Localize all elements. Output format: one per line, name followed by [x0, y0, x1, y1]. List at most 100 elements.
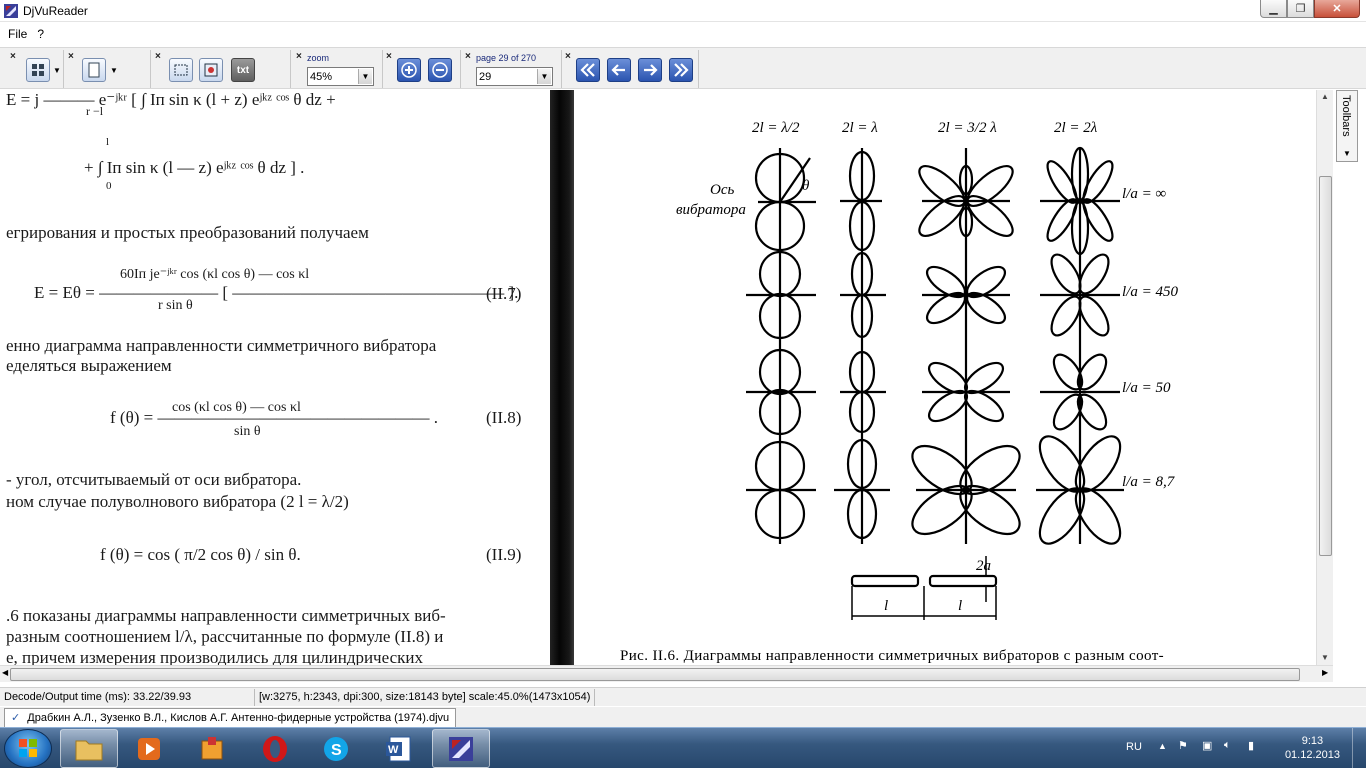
taskbar-word[interactable]: W: [370, 729, 428, 768]
language-indicator[interactable]: RU: [1126, 741, 1142, 753]
formula-line: + ∫ Iп sin κ (l — z) eʲᵏᶻ ᶜᵒˢ θ dz ] .: [84, 158, 305, 177]
start-button[interactable]: [4, 729, 52, 768]
layout-dropdown-icon[interactable]: ▼: [53, 66, 61, 75]
equation-number: (II.8): [486, 408, 522, 427]
page-select[interactable]: 29 ▼: [476, 67, 553, 86]
vertical-scroll-thumb[interactable]: [1319, 176, 1332, 556]
device-icon[interactable]: ▣: [1202, 739, 1212, 752]
formula-limit: 0: [106, 180, 112, 192]
column-header: 2l = λ/2: [752, 120, 800, 136]
toolbar-close-icon[interactable]: ×: [155, 51, 163, 62]
volume-icon[interactable]: 🔈︎: [1224, 739, 1231, 752]
first-page-button[interactable]: [576, 58, 600, 82]
folder-icon: [75, 740, 103, 760]
scroll-left-icon[interactable]: ◀: [2, 668, 8, 677]
network-icon[interactable]: ▮: [1248, 739, 1254, 752]
select-region-icon: [174, 64, 188, 76]
maximize-button[interactable]: ❐: [1287, 0, 1314, 18]
menu-bar: File ?: [0, 24, 1366, 44]
taskbar-explorer[interactable]: [60, 729, 118, 768]
scroll-down-icon[interactable]: ▼: [1321, 653, 1329, 662]
zoom-in-button[interactable]: [397, 58, 421, 82]
show-desktop-button[interactable]: [1352, 728, 1366, 769]
previous-page-button[interactable]: [607, 58, 631, 82]
clock[interactable]: 9:13 01.12.2013: [1285, 734, 1340, 762]
formula-subscript: r −l: [86, 104, 104, 118]
page-count-label: page 29 of 270: [476, 53, 537, 63]
text-line: егрирования и простых преобразований пол…: [6, 223, 369, 242]
page-mode-dropdown-icon[interactable]: ▼: [110, 66, 118, 75]
zoom-out-button[interactable]: [428, 58, 452, 82]
tray-expand-icon[interactable]: ▲: [1158, 741, 1167, 751]
formula-limit: l: [106, 136, 110, 148]
zoom-label: zoom: [307, 53, 330, 63]
layout-button[interactable]: [26, 58, 50, 82]
clock-time: 9:13: [1301, 735, 1324, 747]
word-icon: W: [386, 736, 411, 761]
dimension-label: l: [884, 598, 888, 614]
zoom-out-icon: [432, 62, 448, 78]
svg-text:S: S: [331, 742, 342, 759]
text-line: разным соотношением l/λ, рассчитанные по…: [6, 627, 444, 646]
flag-icon[interactable]: ⚑: [1178, 739, 1188, 752]
horizontal-scroll-thumb[interactable]: [10, 668, 1300, 681]
djvureader-icon: [449, 736, 473, 761]
zoom-in-icon: [401, 62, 417, 78]
column-header: 2l = 2λ: [1054, 120, 1098, 136]
toolbar-close-icon[interactable]: ×: [465, 51, 473, 62]
page-mode-button[interactable]: [82, 58, 106, 82]
theta-label: θ: [802, 178, 810, 194]
document-tab[interactable]: ✓ Драбкин А.Л., Зузенко В.Л., Кислов А.Г…: [4, 708, 457, 727]
dimension-label: l: [958, 598, 962, 614]
last-page-button[interactable]: [669, 58, 693, 82]
toolbars-panel-tab[interactable]: Toolbars ▼: [1336, 90, 1358, 162]
formula-denominator: r sin θ: [158, 298, 193, 313]
decode-time: Decode/Output time (ms): 33.22/39.93: [0, 688, 255, 706]
minimize-button[interactable]: ▁: [1260, 0, 1287, 18]
page-info: [w:3275, h:2343, dpi:300, size:18143 byt…: [255, 688, 596, 706]
zoom-value: 45%: [310, 70, 333, 83]
text-mode-label: txt: [236, 64, 250, 76]
equation-number: (II.7): [486, 284, 522, 303]
zoom-select[interactable]: 45% ▼: [307, 67, 374, 86]
close-icon: ✕: [1332, 3, 1342, 15]
chevron-down-icon: ▼: [1343, 149, 1351, 158]
toolbar-close-icon[interactable]: ×: [565, 51, 573, 62]
toolbar-close-icon[interactable]: ×: [296, 51, 304, 62]
toolbars-label: Toolbars: [1340, 95, 1352, 137]
minimize-icon: ▁: [1269, 3, 1278, 15]
left-page: E = j ——— e⁻ʲᵏʳ [ ∫ Iп sin κ (l + z) eʲᵏ…: [0, 90, 548, 665]
menu-help[interactable]: ?: [37, 27, 44, 41]
vertical-scrollbar[interactable]: ▲ ▼: [1316, 90, 1333, 665]
taskbar-opera[interactable]: [246, 729, 304, 768]
formula-line: E = Eθ = ——————— [ ———————————————— ].: [34, 283, 519, 302]
equation-number: (II.9): [486, 545, 522, 564]
page-number: 29: [479, 70, 492, 83]
select-region-button[interactable]: [169, 58, 193, 82]
system-tray: RU ▲ ⚑ ▣ 🔈︎ ▮ 9:13 01.12.2013: [1106, 728, 1366, 769]
image-mode-button[interactable]: [199, 58, 223, 82]
scroll-right-icon[interactable]: ▶: [1322, 668, 1328, 677]
axis-label: вибратора: [676, 202, 746, 218]
document-view[interactable]: E = j ——— e⁻ʲᵏʳ [ ∫ Iп sin κ (l + z) eʲᵏ…: [0, 90, 1316, 665]
figure-caption: Рис. II.6. Диаграммы направленности симм…: [620, 648, 1165, 664]
horizontal-scrollbar[interactable]: ◀ ▶: [0, 665, 1333, 682]
taskbar-djvureader[interactable]: [432, 729, 490, 768]
formula-numerator: 60Iп je⁻ʲᵏʳ cos (κl cos θ) — cos κl: [120, 267, 310, 282]
text-mode-button[interactable]: txt: [231, 58, 255, 82]
formula-line: f (θ) = ———————————————— .: [110, 408, 438, 427]
formula-denominator: sin θ: [234, 424, 261, 439]
toolbar-close-icon[interactable]: ×: [68, 51, 76, 62]
scroll-up-icon[interactable]: ▲: [1321, 92, 1329, 101]
window-title: DjVuReader: [23, 3, 88, 18]
toolbar-close-icon[interactable]: ×: [386, 51, 394, 62]
taskbar-app[interactable]: [183, 729, 241, 768]
menu-file[interactable]: File: [8, 27, 27, 41]
taskbar-skype[interactable]: S: [307, 729, 365, 768]
title-bar: DjVuReader ▁ ❐ ✕: [0, 0, 1366, 22]
next-page-button[interactable]: [638, 58, 662, 82]
column-header: 2l = λ: [842, 120, 878, 136]
close-button[interactable]: ✕: [1314, 0, 1360, 18]
toolbar-close-icon[interactable]: ×: [10, 51, 18, 62]
taskbar-media-player[interactable]: [120, 729, 178, 768]
